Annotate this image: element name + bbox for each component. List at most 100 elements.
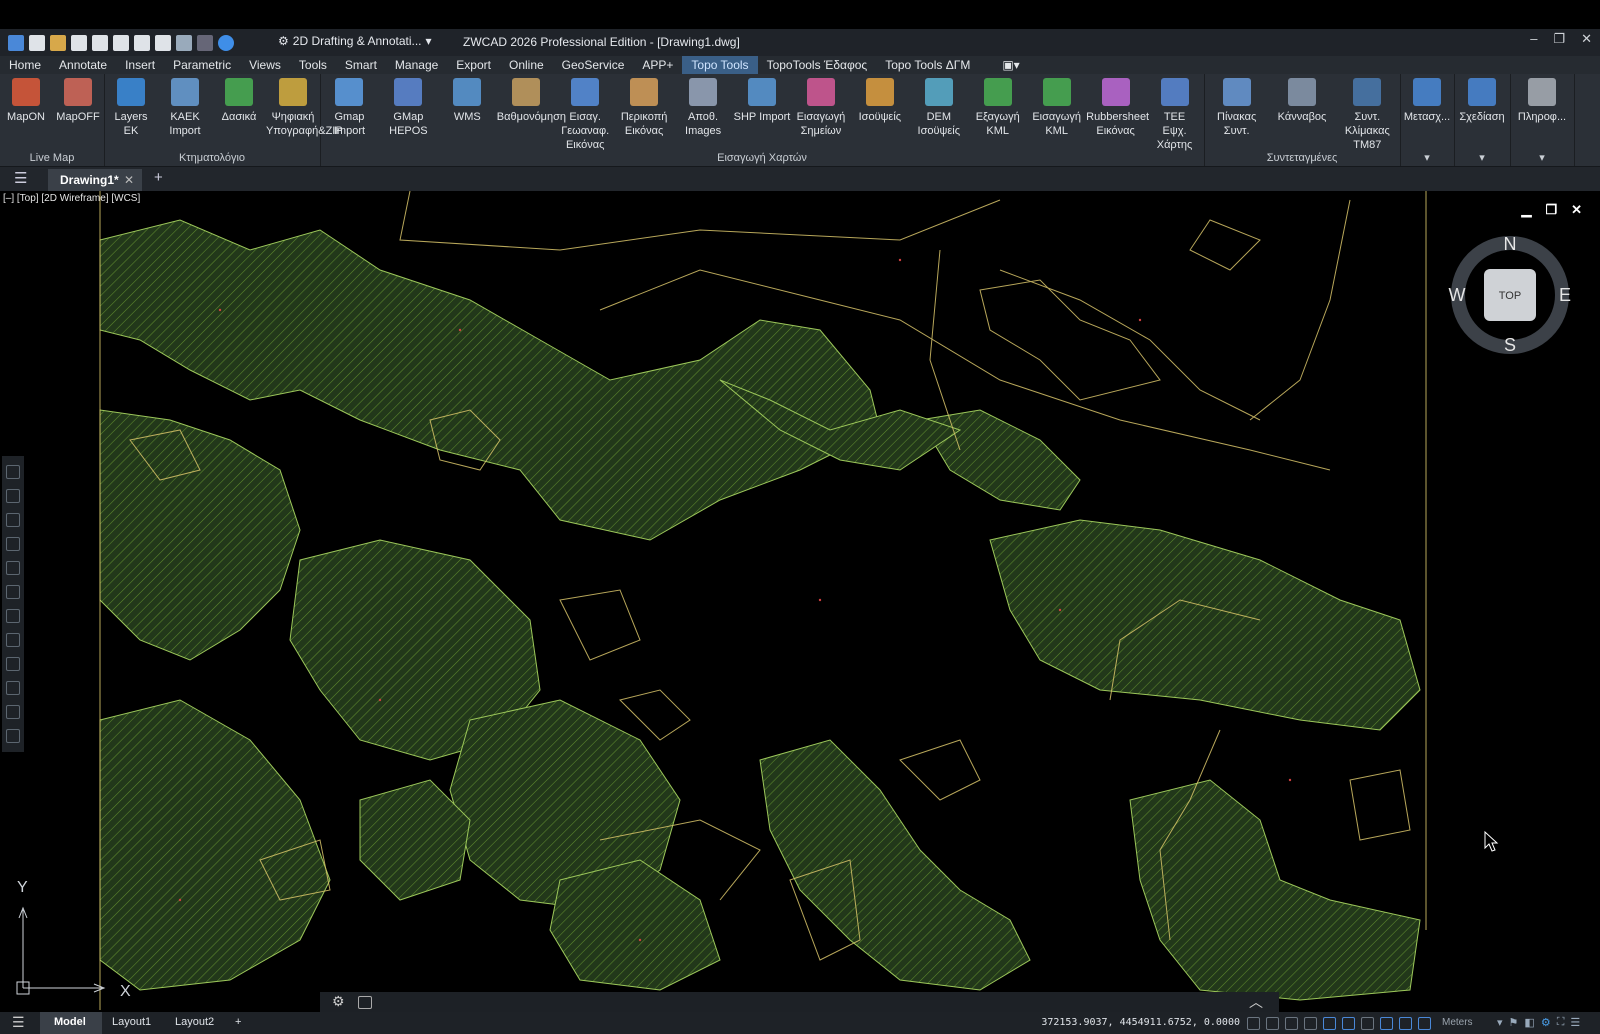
panel-dropdown-icon[interactable]: ▾ bbox=[1400, 151, 1454, 164]
palette-tool-icon[interactable] bbox=[6, 537, 20, 551]
menu-item[interactable]: Export bbox=[447, 56, 500, 74]
status-menu-icon[interactable]: ☰ bbox=[12, 1014, 25, 1031]
ribbon-button[interactable]: Κάνναβος bbox=[1269, 78, 1334, 124]
menu-item[interactable]: Topo Tools bbox=[682, 56, 758, 74]
palette-tool-icon[interactable] bbox=[6, 705, 20, 719]
ortho-toggle-icon[interactable] bbox=[1285, 1017, 1298, 1030]
osnap-toggle-icon[interactable] bbox=[1323, 1017, 1336, 1030]
ribbon-button[interactable]: GMap HEPOS bbox=[379, 78, 438, 138]
menu-item[interactable]: Tools bbox=[290, 56, 336, 74]
polar-toggle-icon[interactable] bbox=[1304, 1017, 1317, 1030]
menu-item[interactable]: Insert bbox=[116, 56, 164, 74]
customize-menu-icon[interactable]: ☰ bbox=[1570, 1016, 1580, 1029]
menu-item[interactable]: Topo Tools ΔΓΜ bbox=[876, 56, 979, 74]
command-settings-icon[interactable]: ⚙ bbox=[332, 993, 345, 1010]
ribbon-button[interactable]: ΚΑΕΚ Import bbox=[158, 78, 212, 138]
tab-layout1[interactable]: Layout1 bbox=[112, 1016, 151, 1028]
ribbon-button[interactable]: Μετασχ... bbox=[1400, 78, 1454, 124]
palette-tool-icon[interactable] bbox=[6, 657, 20, 671]
ribbon-button[interactable]: WMS bbox=[438, 78, 497, 124]
menu-overflow-icon[interactable]: ▣▾ bbox=[993, 56, 1028, 74]
panel-dropdown-icon[interactable]: ▾ bbox=[1454, 151, 1510, 164]
close-icon[interactable]: ✕ bbox=[1581, 31, 1592, 47]
snap-toggle-icon[interactable] bbox=[1247, 1017, 1260, 1030]
ribbon-button[interactable]: Πληροφ... bbox=[1510, 78, 1574, 124]
ribbon-button[interactable]: Αποθ. Images bbox=[674, 78, 733, 138]
transparency-toggle-icon[interactable] bbox=[1380, 1017, 1393, 1030]
viewport-controls-label[interactable]: [–] [Top] [2D Wireframe] [WCS] bbox=[3, 193, 140, 204]
menu-item[interactable]: Parametric bbox=[164, 56, 240, 74]
hamburger-menu-icon[interactable]: ☰ bbox=[14, 169, 27, 187]
otrack-toggle-icon[interactable] bbox=[1342, 1017, 1355, 1030]
lineweight-toggle-icon[interactable] bbox=[1361, 1017, 1374, 1030]
ribbon-button[interactable]: Περικοπή Εικόνας bbox=[615, 78, 674, 138]
add-layout-icon[interactable]: + bbox=[235, 1016, 241, 1028]
open-file-icon[interactable] bbox=[50, 35, 66, 51]
viewport-restore-icon[interactable]: ❐ bbox=[1545, 202, 1557, 218]
tab-layout2[interactable]: Layout2 bbox=[175, 1016, 214, 1028]
menu-item[interactable]: Home bbox=[0, 56, 50, 74]
ribbon-button[interactable]: Συντ. Κλίμακας TM87 bbox=[1335, 78, 1400, 152]
save-icon[interactable] bbox=[71, 35, 87, 51]
ribbon-button[interactable]: MapOFF bbox=[52, 78, 104, 124]
panel-dropdown-icon[interactable]: ▾ bbox=[1510, 151, 1574, 164]
save-as-icon[interactable] bbox=[92, 35, 108, 51]
ribbon-button[interactable]: Βαθμονόμηση bbox=[497, 78, 566, 124]
menu-item[interactable]: APP+ bbox=[633, 56, 682, 74]
viewport-minimize-icon[interactable]: ▁ bbox=[1521, 202, 1531, 218]
menu-item[interactable]: TopoTools Έδαφος bbox=[758, 56, 877, 74]
ribbon-button[interactable]: Rubbersheet Εικόνας bbox=[1086, 78, 1149, 138]
command-history-icon[interactable] bbox=[358, 996, 372, 1009]
palette-tool-icon[interactable] bbox=[6, 681, 20, 695]
menu-item[interactable]: Views bbox=[240, 56, 290, 74]
print-icon[interactable] bbox=[134, 35, 150, 51]
ribbon-button[interactable]: Layers EK bbox=[104, 78, 158, 138]
ribbon-button[interactable]: Ψηφιακή Υπογραφή&ZIP bbox=[266, 78, 343, 138]
preview-icon[interactable] bbox=[155, 35, 171, 51]
copy-icon[interactable] bbox=[113, 35, 129, 51]
ribbon-button[interactable]: Εισαγ. Γεωαναφ. Εικόνας bbox=[556, 78, 615, 152]
workspace-selector[interactable]: ⚙ 2D Drafting & Annotati... ▾ bbox=[278, 34, 432, 48]
palette-tool-icon[interactable] bbox=[6, 489, 20, 503]
palette-tool-icon[interactable] bbox=[6, 513, 20, 527]
viewport-close-icon[interactable]: ✕ bbox=[1571, 202, 1582, 218]
ribbon-button[interactable]: Εξαγωγή KML bbox=[968, 78, 1027, 138]
units-selector[interactable]: Meters bbox=[1442, 1017, 1473, 1028]
dynamic-ucs-icon[interactable] bbox=[1418, 1017, 1431, 1030]
tab-model[interactable]: Model bbox=[54, 1016, 86, 1028]
ribbon-button[interactable]: DEM Ισοϋψείς bbox=[909, 78, 968, 138]
settings-gear-icon[interactable]: ⚙ bbox=[1541, 1016, 1551, 1029]
redo-icon[interactable] bbox=[197, 35, 213, 51]
workspace-switch-icon[interactable]: ◧ bbox=[1524, 1016, 1534, 1029]
close-tab-icon[interactable]: ✕ bbox=[124, 169, 134, 191]
menu-item[interactable]: Smart bbox=[336, 56, 386, 74]
app-logo-icon[interactable] bbox=[8, 35, 24, 51]
palette-tool-icon[interactable] bbox=[6, 609, 20, 623]
new-file-icon[interactable] bbox=[29, 35, 45, 51]
ribbon-button[interactable]: SHP Import bbox=[733, 78, 792, 124]
palette-tool-icon[interactable] bbox=[6, 633, 20, 647]
command-line[interactable]: ⚙ ︿ bbox=[320, 992, 1279, 1012]
selection-cycle-icon[interactable] bbox=[1399, 1017, 1412, 1030]
ribbon-button[interactable]: Πίνακας Συντ. bbox=[1204, 78, 1269, 138]
undo-icon[interactable] bbox=[176, 35, 192, 51]
ribbon-button[interactable]: Σχεδίαση bbox=[1454, 78, 1510, 124]
palette-tool-icon[interactable] bbox=[6, 585, 20, 599]
ribbon-button[interactable]: Εισαγωγή Σημείων bbox=[791, 78, 850, 138]
ribbon-button[interactable]: Εισαγωγή KML bbox=[1027, 78, 1086, 138]
ribbon-button[interactable]: Gmap Import bbox=[320, 78, 379, 138]
viewcube[interactable]: TOP N S E W bbox=[1448, 233, 1572, 360]
tab-drawing1[interactable]: Drawing1* ✕ bbox=[48, 169, 142, 191]
ribbon-button[interactable]: TEE Εψχ. Χάρτης bbox=[1145, 78, 1204, 152]
menu-item[interactable]: Manage bbox=[386, 56, 447, 74]
new-tab-icon[interactable]: + bbox=[154, 169, 163, 186]
minimize-icon[interactable]: – bbox=[1530, 31, 1537, 47]
grid-toggle-icon[interactable] bbox=[1266, 1017, 1279, 1030]
maximize-icon[interactable]: ❐ bbox=[1553, 31, 1565, 47]
drawing-canvas[interactable]: Y X bbox=[0, 190, 1600, 1011]
menu-item[interactable]: GeoService bbox=[553, 56, 634, 74]
annotation-visibility-icon[interactable]: ⚑ bbox=[1509, 1016, 1519, 1029]
annotation-scale-icon[interactable]: ▾ bbox=[1497, 1016, 1503, 1029]
help-icon[interactable] bbox=[218, 35, 234, 51]
ribbon-button[interactable]: Δασικά bbox=[212, 78, 266, 124]
